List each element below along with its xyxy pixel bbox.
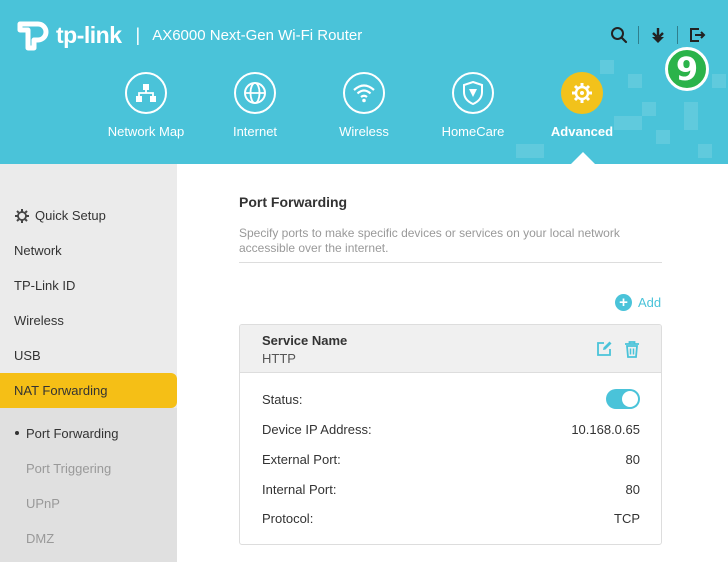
external-port-label: External Port:: [262, 451, 341, 467]
decorative-pixel: [516, 144, 544, 158]
protocol-label: Protocol:: [262, 510, 314, 526]
logout-icon[interactable]: [686, 24, 708, 46]
nav-label: Internet: [232, 124, 278, 139]
download-icon[interactable]: [647, 24, 669, 46]
sidebar-item-network[interactable]: Network: [0, 233, 177, 268]
brand-logo[interactable]: tp-link | AX6000 Next-Gen Wi-Fi Router: [14, 16, 362, 54]
decorative-pixel: [684, 102, 698, 130]
device-ip-value: 10.168.0.65: [571, 421, 640, 437]
sidebar-item-label: Network: [14, 243, 62, 258]
sidebar-subitem-label: UPnP: [26, 496, 60, 511]
nav-homecare[interactable]: HomeCare: [413, 72, 533, 139]
status-row: Status:: [262, 389, 640, 409]
sidebar-item-label: Quick Setup: [35, 208, 106, 223]
sidebar-item-usb[interactable]: USB: [0, 338, 177, 373]
decorative-pixel: [642, 102, 656, 116]
nav-label: Wireless: [339, 124, 389, 139]
status-label: Status:: [262, 391, 303, 407]
add-label: Add: [638, 295, 662, 310]
sidebar-item-tp-link-id[interactable]: TP-Link ID: [0, 268, 177, 303]
top-header: tp-link | AX6000 Next-Gen Wi-Fi Router 9…: [0, 0, 728, 164]
nav-label: HomeCare: [441, 124, 505, 139]
brand-separator: |: [135, 24, 141, 45]
plus-icon: +: [615, 294, 632, 311]
sidebar-item-label: Wireless: [14, 313, 64, 328]
sidebar-item-label: NAT Forwarding: [14, 383, 108, 398]
internal-port-label: Internal Port:: [262, 481, 337, 497]
nav-label: Network Map: [107, 124, 185, 139]
shield-icon: [452, 72, 494, 114]
page-description: Specify ports to make specific devices o…: [239, 226, 620, 255]
sidebar: Quick Setup Network TP-Link ID Wireless …: [0, 164, 177, 562]
step-number-badge: 9: [665, 47, 709, 91]
sidebar-subitem-upnp[interactable]: UPnP: [0, 486, 177, 521]
decorative-pixel: [656, 130, 670, 144]
add-button[interactable]: + Add: [615, 294, 661, 311]
product-name: AX6000 Next-Gen Wi-Fi Router: [152, 26, 363, 44]
globe-icon: [234, 72, 276, 114]
divider: [239, 262, 662, 263]
protocol-value: TCP: [614, 510, 640, 526]
gear-icon: [15, 208, 29, 223]
main-content: Port Forwarding Specify ports to make sp…: [177, 164, 728, 562]
internal-port-value: 80: [625, 481, 640, 497]
gear-icon: [561, 72, 603, 114]
sidebar-subitem-port-triggering[interactable]: Port Triggering: [0, 451, 177, 486]
external-port-value: 80: [625, 451, 640, 467]
trash-icon[interactable]: [623, 340, 641, 358]
port-forwarding-entry-card: Service Name HTTP Status: Device IP Addr…: [239, 324, 662, 545]
sidebar-subitem-label: Port Forwarding: [26, 426, 119, 441]
nav-label: Advanced: [550, 124, 614, 139]
nav-advanced[interactable]: Advanced: [522, 72, 642, 139]
tp-link-logo-icon: [14, 16, 52, 54]
device-ip-row: Device IP Address: 10.168.0.65: [262, 419, 640, 439]
protocol-row: Protocol: TCP: [262, 508, 640, 528]
search-icon[interactable]: [608, 24, 630, 46]
network-map-icon: [125, 72, 167, 114]
active-nav-caret: [571, 152, 595, 164]
status-toggle[interactable]: [606, 389, 640, 409]
decorative-pixel: [698, 144, 712, 158]
nav-wireless[interactable]: Wireless: [304, 72, 424, 139]
service-name-value: HTTP: [262, 351, 296, 366]
sidebar-subitem-label: Port Triggering: [26, 461, 112, 476]
nav-internet[interactable]: Internet: [195, 72, 315, 139]
wifi-icon: [343, 72, 385, 114]
sidebar-item-label: TP-Link ID: [14, 278, 76, 293]
header-actions: [608, 24, 708, 46]
service-name-label: Service Name: [262, 333, 348, 348]
card-header: Service Name HTTP: [240, 325, 661, 373]
sidebar-item-wireless[interactable]: Wireless: [0, 303, 177, 338]
external-port-row: External Port: 80: [262, 449, 640, 469]
divider: [677, 26, 678, 44]
nav-network-map[interactable]: Network Map: [86, 72, 206, 139]
device-ip-label: Device IP Address:: [262, 421, 372, 437]
internal-port-row: Internal Port: 80: [262, 479, 640, 499]
brand-name: tp-link: [56, 21, 122, 48]
sidebar-subitem-port-forwarding[interactable]: Port Forwarding: [0, 416, 177, 451]
decorative-pixel: [712, 74, 726, 88]
page-title: Port Forwarding: [239, 194, 348, 210]
sidebar-item-label: USB: [14, 348, 41, 363]
sidebar-subitem-dmz[interactable]: DMZ: [0, 521, 177, 556]
sidebar-subitem-label: DMZ: [26, 531, 55, 546]
sidebar-item-nat-forwarding[interactable]: NAT Forwarding: [0, 373, 177, 408]
sidebar-item-quick-setup[interactable]: Quick Setup: [0, 198, 177, 233]
edit-icon[interactable]: [595, 340, 613, 358]
divider: [638, 26, 639, 44]
